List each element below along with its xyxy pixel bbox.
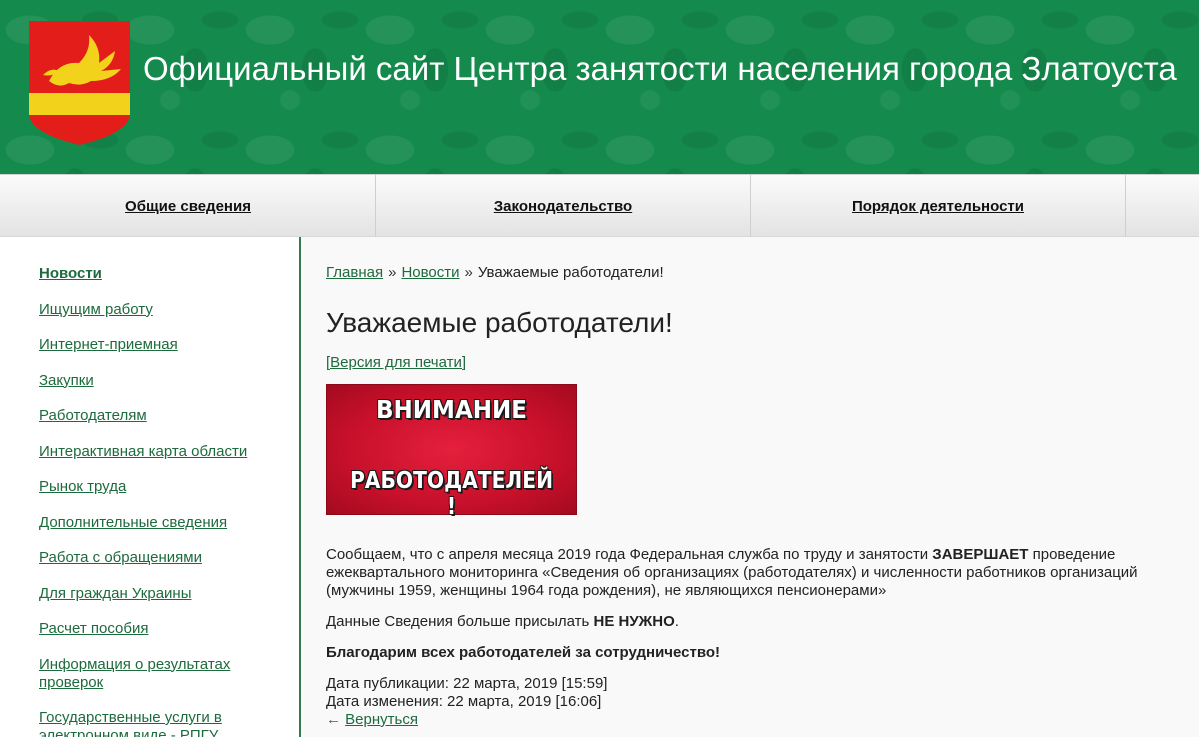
paragraph-emphasis: НЕ НУЖНО (593, 613, 675, 630)
paragraph-text: Данные Сведения больше присылать (326, 613, 594, 630)
paragraph-emphasis: ЗАВЕРШАЕТ (932, 546, 1029, 563)
modification-date: Дата изменения: 22 марта, 2019 [16:06] (326, 693, 602, 710)
print-version-link[interactable]: [Версия для печати] (326, 354, 466, 371)
breadcrumb-current: Уважаемые работодатели! (477, 264, 664, 281)
sidebar-link-ukraine-citizens[interactable]: Для граждан Украины (39, 585, 191, 602)
sidebar-link-employers[interactable]: Работодателям (39, 407, 147, 424)
nav-activity-procedure[interactable]: Порядок деятельности (751, 175, 1126, 237)
sidebar-item: Интерактивная карта области (39, 443, 269, 461)
sidebar-link-news[interactable]: Новости (39, 265, 102, 282)
breadcrumb-separator: » (464, 264, 473, 281)
sidebar-item: Рынок труда (39, 478, 269, 496)
sidebar-link-labor-market[interactable]: Рынок труда (39, 478, 126, 495)
sidebar-menu: Новости Ищущим работу Интернет-приемная … (39, 265, 269, 737)
sidebar-item: Новости (39, 265, 269, 283)
breadcrumb: Главная» Новости» Уважаемые работодатели! (326, 264, 664, 281)
sidebar-item: Работодателям (39, 407, 269, 425)
site-title: Официальный сайт Центра занятости населе… (143, 50, 1177, 87)
banner-line-1: ВНИМАНИЕ (376, 395, 527, 424)
breadcrumb-home-link[interactable]: Главная (326, 264, 383, 281)
page-title: Уважаемые работодатели! (326, 307, 673, 338)
article-paragraph: Сообщаем, что с апреля месяца 2019 года … (326, 546, 1166, 600)
sidebar-link-benefit-calculation[interactable]: Расчет пособия (39, 620, 148, 637)
sidebar-link-inspection-results[interactable]: Информация о результатах проверок (39, 656, 230, 691)
back-link-container: ← Вернуться (326, 711, 1166, 729)
back-link[interactable]: Вернуться (345, 711, 418, 728)
publication-date: Дата публикации: 22 марта, 2019 [15:59] (326, 675, 608, 692)
sidebar-item: Работа с обращениями (39, 549, 269, 567)
city-coat-of-arms-icon[interactable] (29, 21, 130, 145)
sidebar-link-online-reception[interactable]: Интернет-приемная (39, 336, 178, 353)
paragraph-text: . (674, 613, 679, 630)
attention-banner-image: ВНИМАНИЕ РАБОТОДАТЕЛЕЙ ! (326, 384, 577, 520)
top-navigation: Общие сведения Законодательство Порядок … (0, 174, 1199, 237)
thanks-paragraph: Благодарим всех работодателей за сотрудн… (326, 644, 721, 661)
sidebar-item: Расчет пособия (39, 620, 269, 638)
banner-line-2: РАБОТОДАТЕЛЕЙ ! (349, 468, 554, 520)
sidebar-item: Интернет-приемная (39, 336, 269, 354)
sidebar-item: Информация о результатах проверок (39, 656, 269, 692)
sidebar-item: Дополнительные сведения (39, 514, 269, 532)
nav-legislation[interactable]: Законодательство (376, 175, 751, 237)
sidebar-link-public-services[interactable]: Государственные услуги в электронном вид… (39, 709, 222, 737)
breadcrumb-separator: » (388, 264, 397, 281)
article-paragraph: Данные Сведения больше присылать НЕ НУЖН… (326, 613, 1166, 631)
sidebar-link-additional-info[interactable]: Дополнительные сведения (39, 514, 227, 531)
main-content: Главная» Новости» Уважаемые работодатели! … (303, 237, 1199, 737)
sidebar-item: Ищущим работу (39, 301, 269, 319)
nav-general-info[interactable]: Общие сведения (1, 175, 376, 237)
site-header: Официальный сайт Центра занятости населе… (0, 0, 1199, 174)
sidebar: Новости Ищущим работу Интернет-приемная … (0, 237, 301, 737)
sidebar-item: Закупки (39, 372, 269, 390)
sidebar-item: Государственные услуги в электронном вид… (39, 709, 269, 737)
article-body: Сообщаем, что с апреля месяца 2019 года … (326, 546, 1166, 729)
breadcrumb-news-link[interactable]: Новости (401, 264, 459, 281)
sidebar-item: Для граждан Украины (39, 585, 269, 603)
sidebar-link-appeals[interactable]: Работа с обращениями (39, 549, 202, 566)
paragraph-text: Сообщаем, что с апреля месяца 2019 года … (326, 546, 933, 563)
sidebar-link-procurement[interactable]: Закупки (39, 372, 94, 389)
sidebar-link-interactive-map[interactable]: Интерактивная карта области (39, 443, 247, 460)
back-arrow-icon: ← (326, 711, 341, 728)
sidebar-link-job-seekers[interactable]: Ищущим работу (39, 301, 153, 318)
